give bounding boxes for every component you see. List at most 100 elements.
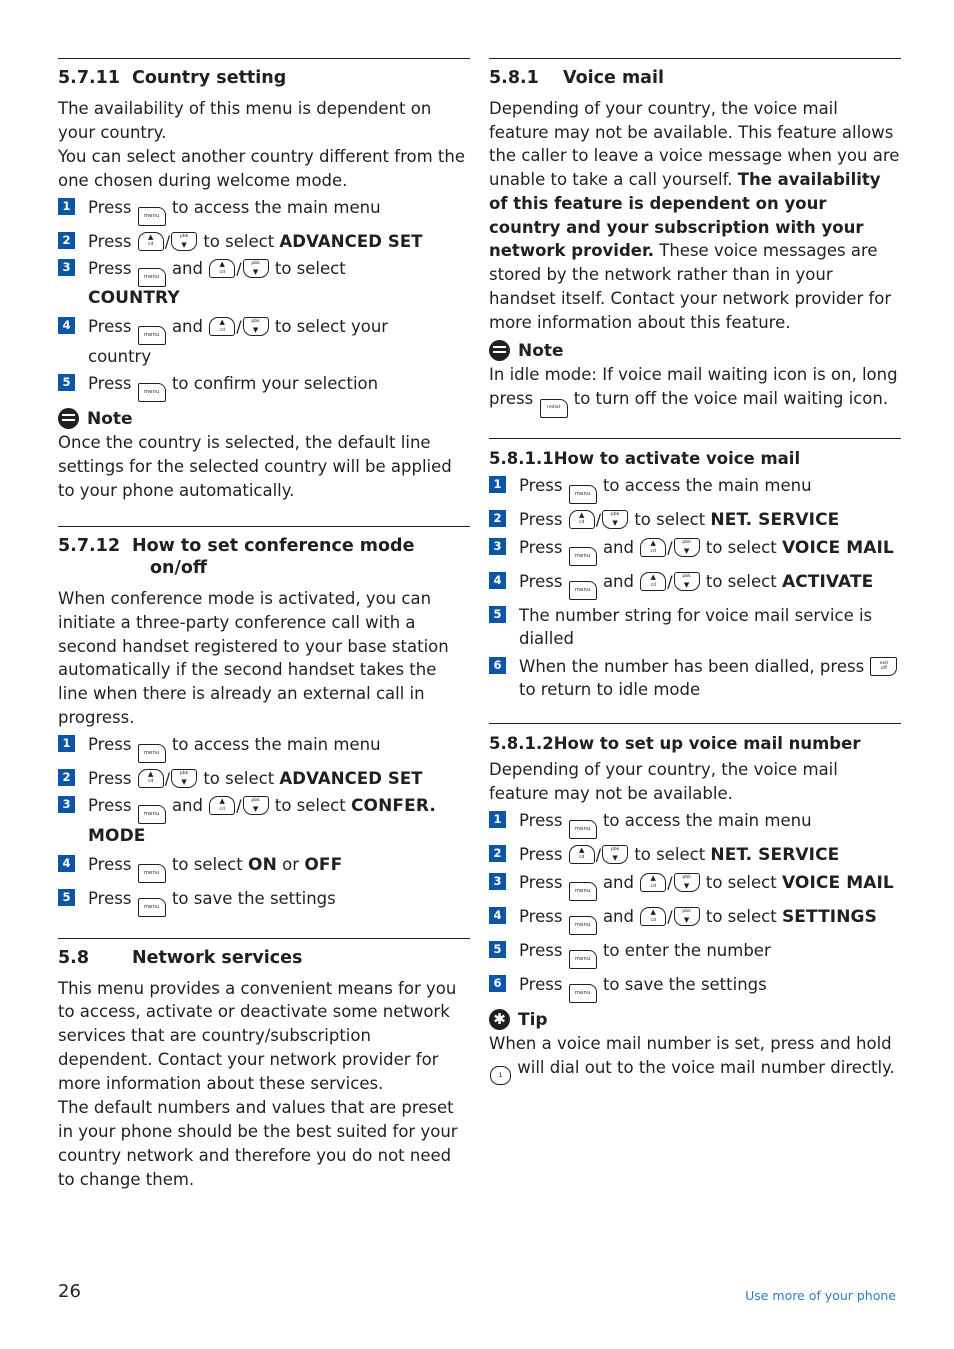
step-number: 2: [58, 231, 75, 249]
section-divider: [489, 58, 901, 59]
step-list-5-8-1-1: 1 Press menu to access the main menu 2 P…: [489, 474, 901, 701]
redial-key-icon: redial: [539, 399, 568, 419]
section-divider: [58, 526, 470, 528]
step-text: Press: [519, 975, 563, 995]
heading-5-7-12: 5.7.12 How to set conference mode on/off: [58, 536, 470, 580]
down-key-icon: pbk ▼: [242, 259, 269, 279]
list-item: 1 Press menu to access the main menu: [489, 474, 901, 504]
step-text: to enter the number: [602, 941, 771, 961]
step-text: to select: [705, 907, 777, 927]
step-bold-label: VOICE MAIL: [781, 873, 894, 894]
step-text: Press: [519, 475, 563, 495]
step-bold-label: NET. SERVICE: [710, 509, 840, 530]
step-number: 6: [489, 975, 506, 993]
tip-text-part-1: When a voice mail number is set, press a…: [489, 1034, 892, 1054]
step-text: and: [602, 572, 634, 592]
step-bold-label: VOICE MAIL: [781, 538, 894, 559]
up-key-icon: ▲ cd: [209, 796, 236, 816]
step-number: 5: [58, 888, 75, 906]
step-text: Press: [519, 941, 563, 961]
step-text: country: [88, 347, 152, 367]
list-item: 3 Press menu and ▲ cd / pbk ▼ to select VOIC…: [489, 536, 901, 567]
step-bold-label: ON: [248, 854, 277, 875]
step-number: 3: [489, 873, 506, 891]
step-number: 2: [489, 509, 506, 527]
heading-number: 5.8.1.1: [489, 449, 554, 469]
step-bold-label: ADVANCED SET: [279, 231, 423, 251]
step-text: Press: [519, 873, 563, 893]
step-bold-label: COUNTRY: [88, 288, 180, 309]
down-key-icon: pbk ▼: [171, 768, 198, 788]
step-number: 1: [489, 810, 506, 828]
menu-key-icon: menu: [568, 882, 597, 902]
step-text: Press: [88, 231, 132, 251]
down-key-icon: pbk ▼: [242, 796, 269, 816]
step-number: 4: [489, 572, 506, 590]
list-item: 5 Press menu to save the settings: [58, 887, 470, 917]
step-number: 2: [489, 844, 506, 862]
heading-title: How to activate voice mail: [553, 449, 801, 469]
step-text: Press: [519, 538, 563, 558]
step-text: and: [171, 796, 203, 816]
step-list-5-7-11: 1 Press menu to access the main menu 2 P…: [58, 196, 470, 403]
list-item: 6 When the number has been dialled, pres…: [489, 655, 901, 701]
menu-key-icon: menu: [137, 206, 166, 226]
step-text: or: [282, 854, 300, 874]
paragraph: This menu provides a convenient means fo…: [58, 978, 457, 1093]
paragraph: The default numbers and values that are …: [58, 1098, 458, 1189]
note-icon: [489, 340, 510, 362]
tip-text-part-2: will dial out to the voice mail number d…: [517, 1058, 895, 1078]
step-number: 5: [489, 606, 506, 624]
step-text: Press: [88, 796, 132, 816]
step-number: 5: [489, 941, 506, 959]
tip-text: When a voice mail number is set, press a…: [489, 1032, 901, 1086]
step-text: to select: [705, 572, 777, 592]
menu-key-icon: menu: [137, 805, 166, 825]
menu-key-icon: menu: [568, 950, 597, 970]
step-text: to access the main menu: [171, 197, 381, 217]
up-key-icon: ▲ cd: [568, 844, 595, 864]
footer-text: Use more of your phone: [745, 1288, 896, 1303]
step-text: to select: [705, 873, 777, 893]
step-text: to return to idle mode: [519, 679, 701, 699]
up-key-icon: ▲ cd: [568, 509, 595, 529]
list-item: 4 Press menu to select ON or OFF: [58, 853, 470, 883]
up-key-icon: ▲ cd: [640, 907, 667, 927]
tip-icon: ✱: [489, 1009, 510, 1031]
step-number: 1: [489, 475, 506, 493]
step-text: to select: [274, 259, 346, 279]
up-key-icon: ▲ cd: [209, 259, 236, 279]
step-text: to select: [274, 796, 346, 816]
step-text: to save the settings: [171, 888, 336, 908]
step-text: to select: [171, 854, 243, 874]
heading-title: How to set conference mode on/off: [132, 536, 470, 580]
list-item: 3 Press menu and ▲ cd / pbk ▼ to select VOIC…: [489, 871, 901, 902]
step-number: 2: [58, 768, 75, 786]
note-text-part-2: to turn off the voice mail waiting icon.: [573, 389, 889, 409]
heading-number: 5.7.12: [58, 536, 121, 557]
menu-key-icon: menu: [568, 819, 597, 839]
step-text: Press: [519, 844, 563, 864]
heading-title: Voice mail: [563, 68, 664, 88]
exit-off-key-icon: exit off: [870, 656, 898, 676]
list-item: 5 Press menu to enter the number: [489, 939, 901, 970]
step-bold-label: ADVANCED SET: [279, 768, 423, 788]
step-number: 4: [58, 854, 75, 872]
list-item: 5 Press menu to confirm your selection: [58, 372, 470, 403]
note-heading: Note: [489, 340, 901, 362]
menu-key-icon: menu: [137, 863, 166, 883]
step-text: Press: [519, 509, 563, 529]
list-item: 2 Press ▲ cd / pbk ▼ to select ADVANCED SET: [58, 767, 470, 790]
step-text: Press: [519, 810, 563, 830]
step-number: 1: [58, 197, 75, 215]
up-key-icon: ▲ cd: [640, 538, 667, 558]
tip-heading: ✱ Tip: [489, 1009, 901, 1031]
step-text: and: [602, 538, 634, 558]
step-number: 4: [489, 907, 506, 925]
list-item: 6 Press menu to save the settings: [489, 973, 901, 1004]
list-item: 3 Press menu and ▲ cd / pbk ▼ to select COUN…: [58, 257, 470, 311]
down-key-icon: pbk ▼: [673, 907, 700, 927]
up-key-icon: ▲ cd: [640, 873, 667, 893]
step-number: 3: [58, 796, 75, 814]
step-text: and: [602, 907, 634, 927]
